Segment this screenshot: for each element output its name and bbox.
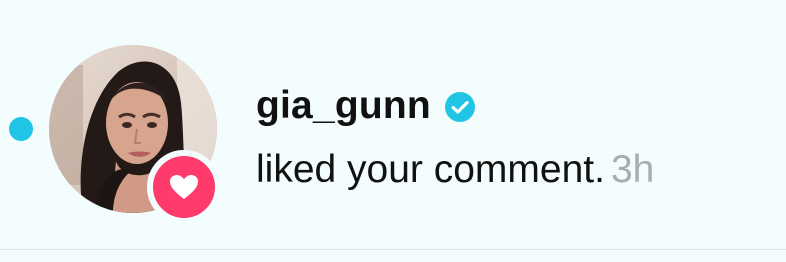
username-link[interactable]: gia_gunn — [256, 84, 431, 128]
timestamp: 3h — [610, 148, 655, 191]
username-row[interactable]: gia_gunn — [256, 84, 654, 128]
message-row: liked your comment. 3h — [256, 148, 654, 192]
notification-row[interactable]: gia_gunn liked your comment. 3h — [0, 0, 786, 262]
heart-badge — [147, 150, 221, 224]
verified-check-icon — [444, 92, 475, 122]
divider — [0, 249, 786, 250]
unread-dot-icon — [9, 117, 33, 141]
notification-content[interactable]: gia_gunn liked your comment. 3h — [256, 84, 654, 192]
avatar-container[interactable] — [49, 45, 221, 224]
heart-icon — [170, 175, 198, 199]
notification-message: liked your comment. — [256, 148, 605, 191]
